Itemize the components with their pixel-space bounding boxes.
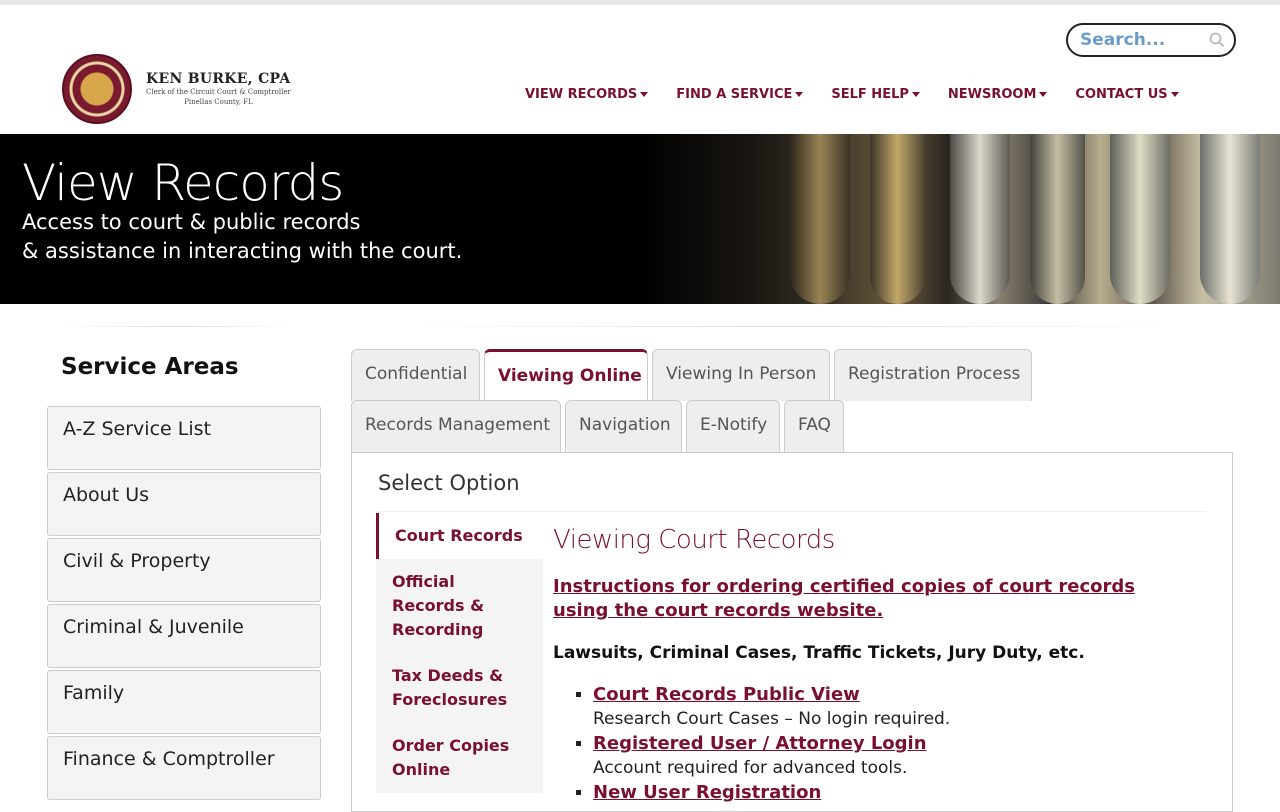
divider [400, 326, 1180, 327]
nav-newsroom[interactable]: NEWSROOM [948, 87, 1048, 102]
option-content: Viewing Court Records Instructions for o… [553, 525, 1193, 806]
tab-viewing-online[interactable]: Viewing Online [484, 349, 648, 401]
link-description: Account required for advanced tools. [593, 758, 908, 778]
tab-navigation[interactable]: Navigation [565, 400, 682, 452]
search-icon[interactable] [1209, 32, 1225, 48]
service-areas-sidebar: Service Areas A-Z Service List About Us … [47, 354, 321, 802]
nav-view-records[interactable]: VIEW RECORDS [525, 87, 649, 102]
records-links-list: Court Records Public View Research Court… [593, 683, 1193, 805]
tab-panel: Select Option Court Records Official Rec… [351, 452, 1233, 812]
list-item: Court Records Public View Research Court… [593, 683, 1193, 731]
panel-title: Select Option [378, 471, 520, 495]
logo-name: KEN BURKE, CPA [146, 71, 291, 87]
sidebar-item-finance-comptroller[interactable]: Finance & Comptroller [47, 736, 321, 800]
list-item: New User Registration [593, 781, 1193, 805]
hero-folders-image [640, 134, 1280, 304]
site-header: KEN BURKE, CPA Clerk of the Circuit Cour… [0, 5, 1280, 134]
caret-down-icon [1039, 92, 1048, 97]
registered-user-login-link[interactable]: Registered User / Attorney Login [593, 733, 927, 754]
sidebar-item-about-us[interactable]: About Us [47, 472, 321, 536]
tab-faq[interactable]: FAQ [784, 400, 844, 452]
subnav-tax-deeds[interactable]: Tax Deeds & Foreclosures [376, 653, 543, 723]
divider [62, 326, 292, 327]
divider [378, 511, 1206, 512]
nav-find-a-service[interactable]: FIND A SERVICE [676, 87, 804, 102]
nav-self-help[interactable]: SELF HELP [831, 87, 920, 102]
logo-location: Pinellas County, FL [184, 98, 253, 106]
site-logo[interactable]: KEN BURKE, CPA Clerk of the Circuit Cour… [62, 51, 292, 127]
subnav-court-records[interactable]: Court Records [376, 513, 543, 559]
page-title: View Records [22, 154, 344, 212]
tab-e-notify[interactable]: E-Notify [686, 400, 780, 452]
sidebar-item-criminal-juvenile[interactable]: Criminal & Juvenile [47, 604, 321, 668]
tab-confidential[interactable]: Confidential [351, 349, 480, 401]
list-item: Registered User / Attorney Login Account… [593, 732, 1193, 780]
subnav-order-copies[interactable]: Order Copies Online [376, 723, 543, 793]
sidebar-item-civil-property[interactable]: Civil & Property [47, 538, 321, 602]
tab-viewing-in-person[interactable]: Viewing In Person [652, 349, 830, 401]
sidebar-item-a-z-service-list[interactable]: A-Z Service List [47, 406, 321, 470]
content-title: Viewing Court Records [553, 525, 835, 555]
sidebar-item-family[interactable]: Family [47, 670, 321, 734]
caret-down-icon [795, 92, 804, 97]
tab-records-management[interactable]: Records Management [351, 400, 561, 452]
content-lead: Lawsuits, Criminal Cases, Traffic Ticket… [553, 643, 1085, 663]
main-nav: VIEW RECORDS FIND A SERVICE SELF HELP NE… [525, 87, 1207, 102]
caret-down-icon [1170, 92, 1179, 97]
caret-down-icon [911, 92, 920, 97]
page-subtitle: Access to court & public records & assis… [22, 210, 463, 263]
court-records-public-view-link[interactable]: Court Records Public View [593, 684, 860, 705]
sidebar-title: Service Areas [61, 354, 239, 380]
link-description: Research Court Cases – No login required… [593, 709, 951, 729]
nav-contact-us[interactable]: CONTACT US [1075, 87, 1179, 102]
county-seal-icon [62, 54, 132, 124]
search-input[interactable] [1080, 30, 1200, 50]
instructions-link[interactable]: Instructions for ordering certified copi… [553, 575, 1193, 623]
search-box [1066, 23, 1236, 57]
caret-down-icon [640, 92, 649, 97]
option-subnav: Court Records Official Records & Recordi… [376, 513, 543, 793]
tabs-row-2: Records Management Navigation E-Notify F… [351, 400, 848, 452]
tabs-row-1: Confidential Viewing Online Viewing In P… [351, 349, 1036, 401]
tab-registration-process[interactable]: Registration Process [834, 349, 1032, 401]
subnav-official-records[interactable]: Official Records & Recording [376, 559, 543, 653]
hero-banner: View Records Access to court & public re… [0, 134, 1280, 304]
logo-subtitle: Clerk of the Circuit Court & Comptroller [146, 88, 291, 96]
